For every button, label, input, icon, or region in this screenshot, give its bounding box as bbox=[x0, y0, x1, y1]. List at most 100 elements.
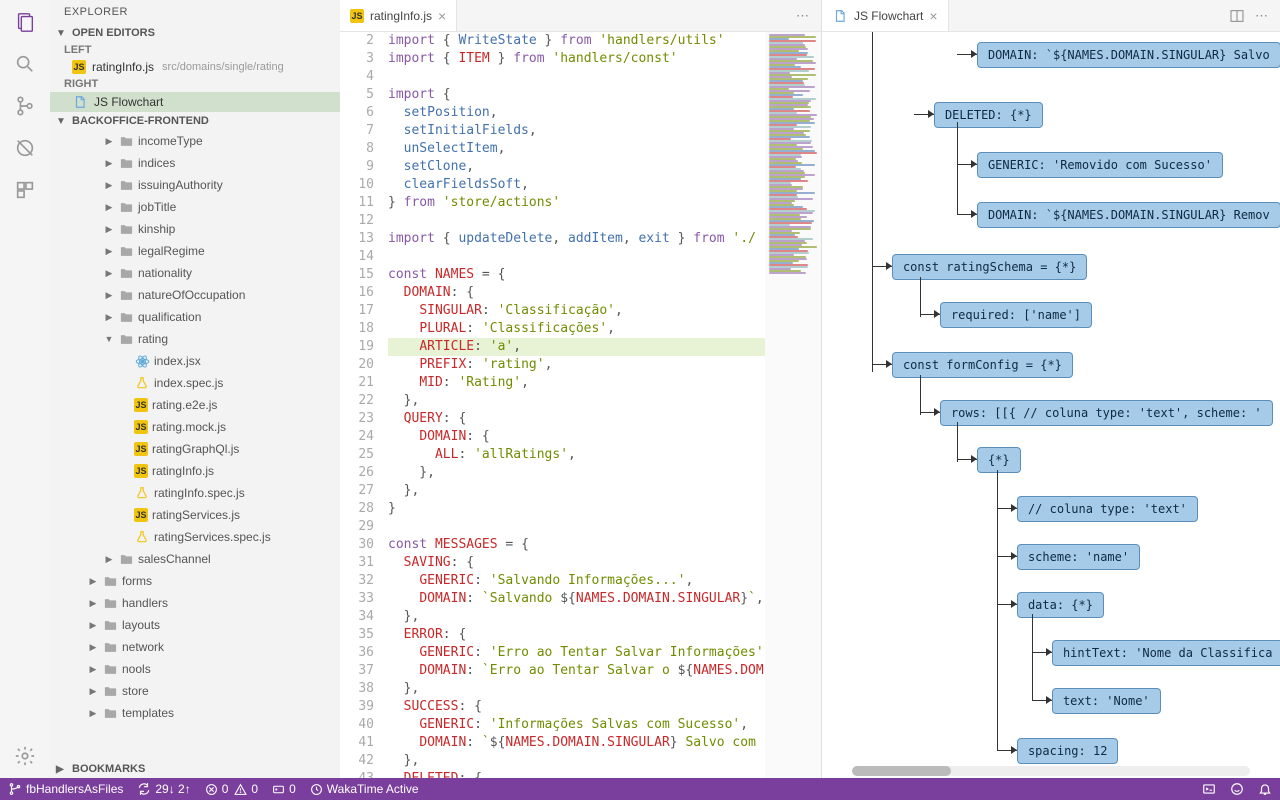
source-control-icon[interactable] bbox=[13, 94, 37, 118]
js-icon: JS bbox=[72, 60, 86, 74]
search-icon[interactable] bbox=[13, 52, 37, 76]
flowchart-node[interactable]: hintText: 'Nome da Classifica bbox=[1052, 640, 1280, 666]
status-bar: fbHandlersAsFiles 29↓ 2↑ 0 0 0 WakaTime … bbox=[0, 778, 1280, 800]
tree-folder[interactable]: ▶salesChannel bbox=[50, 548, 340, 570]
flowchart-node[interactable]: DOMAIN: `${NAMES.DOMAIN.SINGULAR} Remov bbox=[977, 202, 1280, 228]
tree-folder[interactable]: ▶layouts bbox=[50, 614, 340, 636]
flowchart-node[interactable]: const ratingSchema = {*} bbox=[892, 254, 1087, 280]
close-icon[interactable]: × bbox=[929, 8, 937, 24]
minimap[interactable] bbox=[765, 32, 821, 778]
wakatime-status[interactable]: WakaTime Active bbox=[310, 782, 419, 796]
js-icon: JS bbox=[134, 442, 148, 456]
tabs-left: JS ratingInfo.js × ⋯ bbox=[340, 0, 821, 32]
tree-folder[interactable]: ▶qualification bbox=[50, 306, 340, 328]
tree-file[interactable]: JSrating.mock.js bbox=[50, 416, 340, 438]
tabs-right: JS Flowchart × ⋯ bbox=[822, 0, 1280, 32]
folder-icon bbox=[102, 661, 118, 677]
flowchart-node[interactable]: // coluna type: 'text' bbox=[1017, 496, 1198, 522]
tab-ratinginfo[interactable]: JS ratingInfo.js × bbox=[340, 0, 457, 31]
file-tree: ▶incomeType▶indices▶issuingAuthority▶job… bbox=[50, 130, 340, 760]
group-left-label: LEFT bbox=[50, 42, 340, 58]
horizontal-scrollbar[interactable] bbox=[852, 766, 1250, 776]
tree-folder[interactable]: ▶network bbox=[50, 636, 340, 658]
tree-folder[interactable]: ▶templates bbox=[50, 702, 340, 724]
tree-file[interactable]: index.jsx bbox=[50, 350, 340, 372]
open-editors-header[interactable]: ▼OPEN EDITORS bbox=[50, 24, 340, 42]
notifications-icon[interactable] bbox=[1258, 782, 1272, 796]
tree-folder[interactable]: ▶nools bbox=[50, 658, 340, 680]
folder-icon bbox=[118, 221, 134, 237]
feedback-icon[interactable] bbox=[1230, 782, 1244, 796]
flowchart-node[interactable]: DELETED: {*} bbox=[934, 102, 1043, 128]
flowchart-node[interactable]: DOMAIN: `${NAMES.DOMAIN.SINGULAR} Salvo bbox=[977, 42, 1280, 68]
tree-file[interactable]: JSrating.e2e.js bbox=[50, 394, 340, 416]
test-icon bbox=[134, 529, 150, 545]
errors-count[interactable]: 0 bbox=[205, 782, 229, 796]
tree-folder[interactable]: ▼rating bbox=[50, 328, 340, 350]
js-icon: JS bbox=[134, 464, 148, 478]
tab-flowchart[interactable]: JS Flowchart × bbox=[822, 0, 949, 31]
flowchart-node[interactable]: scheme: 'name' bbox=[1017, 544, 1140, 570]
group-right-label: RIGHT bbox=[50, 76, 340, 92]
open-editor-ratinginfo[interactable]: JS ratingInfo.js src/domains/single/rati… bbox=[50, 58, 340, 76]
tree-folder[interactable]: ▶legalRegime bbox=[50, 240, 340, 262]
folder-icon bbox=[118, 551, 134, 567]
requests-count[interactable]: 0 bbox=[272, 782, 296, 796]
tree-folder[interactable]: ▶indices bbox=[50, 152, 340, 174]
code-editor[interactable]: 2345678910111213141516171819202122232425… bbox=[340, 32, 821, 778]
tree-folder[interactable]: ▶natureOfOccupation bbox=[50, 284, 340, 306]
tree-file[interactable]: ratingServices.spec.js bbox=[50, 526, 340, 548]
tree-folder[interactable]: ▶forms bbox=[50, 570, 340, 592]
folder-icon bbox=[118, 199, 134, 215]
settings-gear-icon[interactable] bbox=[13, 744, 37, 768]
extensions-icon[interactable] bbox=[13, 178, 37, 202]
tree-folder[interactable]: ▶kinship bbox=[50, 218, 340, 240]
tree-file[interactable]: ratingInfo.spec.js bbox=[50, 482, 340, 504]
split-editor-icon[interactable] bbox=[1229, 8, 1245, 24]
folder-icon bbox=[118, 133, 134, 149]
project-header[interactable]: ▼BACKOFFICE-FRONTEND bbox=[50, 112, 340, 130]
editor-area: JS ratingInfo.js × ⋯ 2345678910111213141… bbox=[340, 0, 1280, 778]
folder-icon bbox=[102, 639, 118, 655]
tree-folder[interactable]: ▶jobTitle bbox=[50, 196, 340, 218]
more-icon[interactable]: ⋯ bbox=[796, 8, 809, 24]
folder-icon bbox=[102, 705, 118, 721]
flowchart-node[interactable]: text: 'Nome' bbox=[1052, 688, 1161, 714]
debug-icon[interactable] bbox=[13, 136, 37, 160]
tree-file[interactable]: index.spec.js bbox=[50, 372, 340, 394]
folder-icon bbox=[118, 177, 134, 193]
folder-icon bbox=[118, 243, 134, 259]
tree-folder[interactable]: ▶incomeType bbox=[50, 130, 340, 152]
tree-folder[interactable]: ▶handlers bbox=[50, 592, 340, 614]
flowchart-node[interactable]: data: {*} bbox=[1017, 592, 1104, 618]
warnings-count[interactable]: 0 bbox=[234, 782, 258, 796]
explorer-sidebar: EXPLORER ▼OPEN EDITORS LEFT JS ratingInf… bbox=[50, 0, 340, 778]
git-sync[interactable]: 29↓ 2↑ bbox=[137, 782, 190, 796]
tree-folder[interactable]: ▶store bbox=[50, 680, 340, 702]
test-icon bbox=[134, 375, 150, 391]
tree-file[interactable]: JSratingInfo.js bbox=[50, 460, 340, 482]
test-icon bbox=[134, 485, 150, 501]
folder-icon bbox=[118, 265, 134, 281]
explorer-icon[interactable] bbox=[13, 10, 37, 34]
sidebar-title: EXPLORER bbox=[50, 0, 340, 24]
git-branch[interactable]: fbHandlersAsFiles bbox=[8, 782, 123, 796]
folder-icon bbox=[118, 287, 134, 303]
flowchart-node[interactable]: spacing: 12 bbox=[1017, 738, 1118, 764]
flowchart-node[interactable]: {*} bbox=[977, 447, 1021, 473]
flowchart-view[interactable]: DOMAIN: `${NAMES.DOMAIN.SINGULAR} Salvo D… bbox=[822, 32, 1280, 778]
terminal-icon[interactable] bbox=[1202, 782, 1216, 796]
tree-file[interactable]: JSratingGraphQl.js bbox=[50, 438, 340, 460]
js-icon: JS bbox=[350, 9, 364, 23]
tree-folder[interactable]: ▶nationality bbox=[50, 262, 340, 284]
flowchart-node[interactable]: GENERIC: 'Removido com Sucesso' bbox=[977, 152, 1223, 178]
flowchart-node[interactable]: rows: [[{ // coluna type: 'text', scheme… bbox=[940, 400, 1273, 426]
close-icon[interactable]: × bbox=[438, 8, 446, 24]
tree-file[interactable]: JSratingServices.js bbox=[50, 504, 340, 526]
tree-folder[interactable]: ▶issuingAuthority bbox=[50, 174, 340, 196]
bookmarks-header[interactable]: ▶BOOKMARKS bbox=[50, 760, 340, 778]
flowchart-node[interactable]: required: ['name'] bbox=[940, 302, 1092, 328]
more-icon[interactable]: ⋯ bbox=[1255, 8, 1268, 24]
open-editor-flowchart[interactable]: JS Flowchart bbox=[50, 92, 340, 112]
folder-icon bbox=[102, 595, 118, 611]
